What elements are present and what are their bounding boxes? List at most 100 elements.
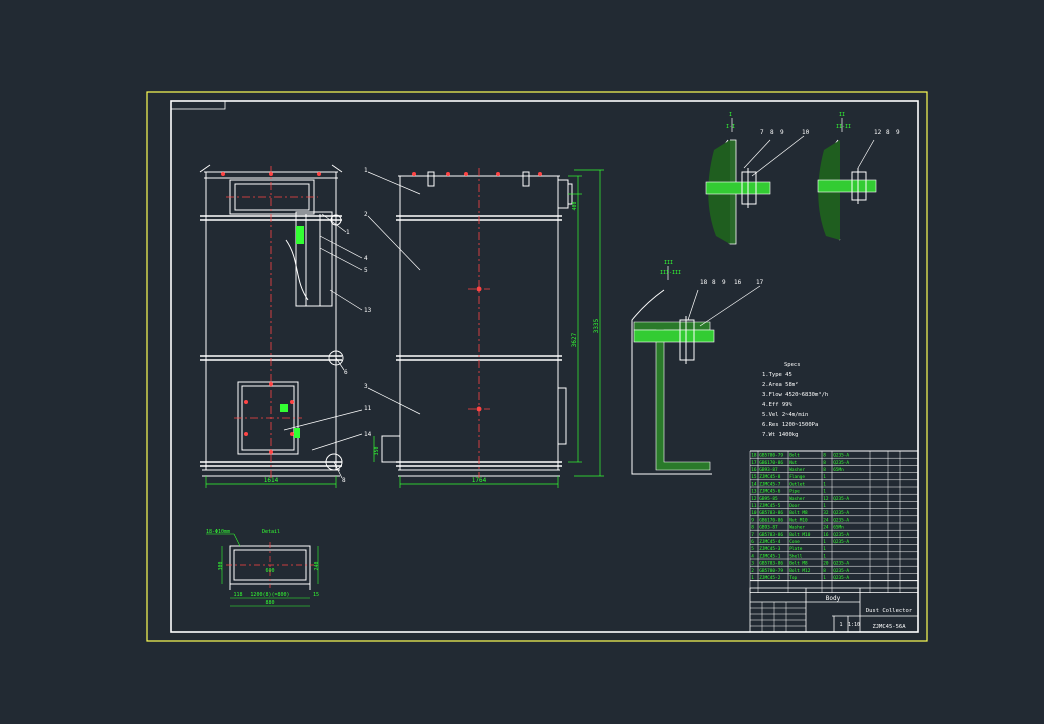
section-label-1-1: I-I — [726, 124, 735, 130]
spec-line-5: 5.Vel 2~4m/min — [762, 412, 808, 418]
title-code: ZJMC45-56A — [872, 624, 906, 630]
spec-line-2: 2.Area 58m² — [762, 381, 798, 388]
balloon-left-8: 8 — [342, 477, 346, 484]
balloon-mid-3: 3 — [364, 383, 368, 390]
bom-cell: Flange — [789, 474, 805, 480]
bom-cell: 8 — [751, 525, 754, 531]
outer-frame — [146, 91, 928, 642]
bom-cell: 13 — [751, 489, 757, 495]
bom-cell: Q235-A — [833, 517, 849, 523]
bom-cell: 1 — [823, 481, 826, 487]
bom-cell: 1 — [823, 553, 826, 559]
bom-cell: 65Mn — [833, 525, 844, 531]
bom-cell: 6 — [751, 539, 754, 545]
bom-cell: Bolt M12 — [789, 568, 811, 574]
bom-cell: 1 — [823, 489, 826, 495]
bom-cell: GB5780-79 — [759, 568, 783, 574]
balloon-left-6: 6 — [344, 369, 348, 376]
bom-cell: 5 — [751, 546, 754, 552]
left-view-centerlines — [226, 166, 318, 478]
section-label-2: II — [839, 112, 845, 118]
bom-cell: Q235-A — [833, 532, 849, 538]
detail-title: 18-Φ10mm — [206, 529, 230, 535]
bom-cell: Q235-A — [833, 575, 849, 581]
dim-detail-b: 1200(8)(=800) — [250, 592, 289, 598]
bom-cell: Q235-A — [833, 539, 849, 545]
bom-cell: Cone — [789, 539, 800, 545]
bom-cell: 1 — [751, 575, 754, 581]
sec-balloon-9b: 9 — [896, 129, 900, 136]
bom-cell: 24 — [823, 517, 829, 523]
title-scale: 1:10 — [848, 622, 860, 628]
drawing-sheet: 1614 1764 3627 3335 400 350 1 4 5 13 6 1… — [146, 91, 928, 642]
spec-line-3: 3.Flow 4520~6830m³/h — [762, 391, 828, 398]
dim-detail-d: 118 — [233, 592, 242, 598]
bom-cell: 1 — [823, 474, 826, 480]
bom-cell: ZJMC45-3 — [759, 546, 781, 552]
bom-cell: Pipe — [789, 489, 800, 495]
bom-cell: 10 — [751, 510, 757, 516]
sec-balloon-17: 17 — [756, 279, 764, 286]
bom-cell: 32 — [823, 510, 829, 516]
section-detail-1 — [705, 118, 805, 245]
bom-cell: 2 — [751, 568, 754, 574]
dim-small-h: 350 — [374, 446, 380, 455]
bom-cell: 8 — [823, 467, 826, 473]
dim-mid-width: 1764 — [472, 477, 487, 484]
bom-cell: 17 — [751, 460, 757, 466]
title-company: Dust Collector — [866, 608, 913, 614]
sec-balloon-9a: 9 — [780, 129, 784, 136]
sec-balloon-10: 10 — [802, 129, 810, 136]
bom-cell: 12 — [751, 496, 757, 502]
front-view-centerlines — [468, 168, 490, 478]
bom-cell: Q235-A — [833, 460, 849, 466]
title-name: Body — [826, 595, 841, 602]
title-qty: 1 — [839, 622, 842, 628]
dim-detail-c: 880 — [265, 600, 274, 606]
bom-cell: ZJMC45-2 — [759, 575, 781, 581]
inner-frame — [170, 100, 919, 633]
bom-cell: 8 — [823, 460, 826, 466]
section-label-2-2: II-II — [836, 124, 851, 130]
title-block-grid — [750, 602, 806, 632]
bom-cell: 4 — [751, 553, 754, 559]
section-detail-2 — [817, 118, 877, 241]
bom-cell: 20 — [823, 561, 829, 567]
bom-cell: Bolt — [789, 453, 800, 459]
bom-cell: Bolt M8 — [789, 510, 808, 516]
front-leaders — [367, 171, 421, 415]
bom-cell: 24 — [823, 525, 829, 531]
bom-cell: 7 — [751, 532, 754, 538]
bom-cell: GB5780-79 — [759, 453, 783, 459]
bom-table: 1 ZJMC45-2 Top 1 Q235-A 2 GB5780-79 Bolt M12 8 Q2… — [749, 450, 919, 593]
bom-cell: GB5783-86 — [759, 532, 783, 538]
bom-cell: 11 — [751, 503, 757, 509]
specs-block: Specs 1.Type 45 2.Area 58m² 3.Flow 4520~… — [762, 362, 828, 438]
sec-balloon-16: 16 — [734, 279, 742, 286]
left-view — [199, 164, 344, 477]
bom-cell: GB93-87 — [759, 467, 778, 473]
bom-cell: 16 — [823, 532, 829, 538]
bom-cell: ZJMC45-8 — [759, 474, 781, 480]
bom-cell: Door — [789, 503, 800, 509]
bom-cell: 1 — [823, 503, 826, 509]
section-label-3: III — [664, 260, 673, 266]
bom-cell: Q235-A — [833, 496, 849, 502]
bom-cell: Washer — [789, 467, 805, 473]
dim-height-b: 3335 — [593, 318, 600, 333]
detail-caption: Detail — [262, 529, 280, 535]
bom-cell: GB6170-86 — [759, 517, 783, 523]
bom-cell: Washer — [789, 496, 805, 502]
bom-cell: 15 — [751, 474, 757, 480]
bom-cell: Q235-A — [833, 568, 849, 574]
balloon-labels: 1 4 5 13 6 11 14 8 1 2 3 — [342, 167, 372, 484]
bom-cell: Q235-A — [833, 453, 849, 459]
sec-balloon-8c: 8 — [712, 279, 716, 286]
bom-cell: GB5783-86 — [759, 510, 783, 516]
dim-height-a: 3627 — [571, 332, 578, 347]
bom-cell: ZJMC45-4 — [759, 539, 781, 545]
bom-cell: GB5783-86 — [759, 561, 783, 567]
balloon-left-4: 4 — [364, 255, 368, 262]
sec-balloon-8a: 8 — [770, 129, 774, 136]
balloon-left-14: 14 — [364, 431, 372, 438]
